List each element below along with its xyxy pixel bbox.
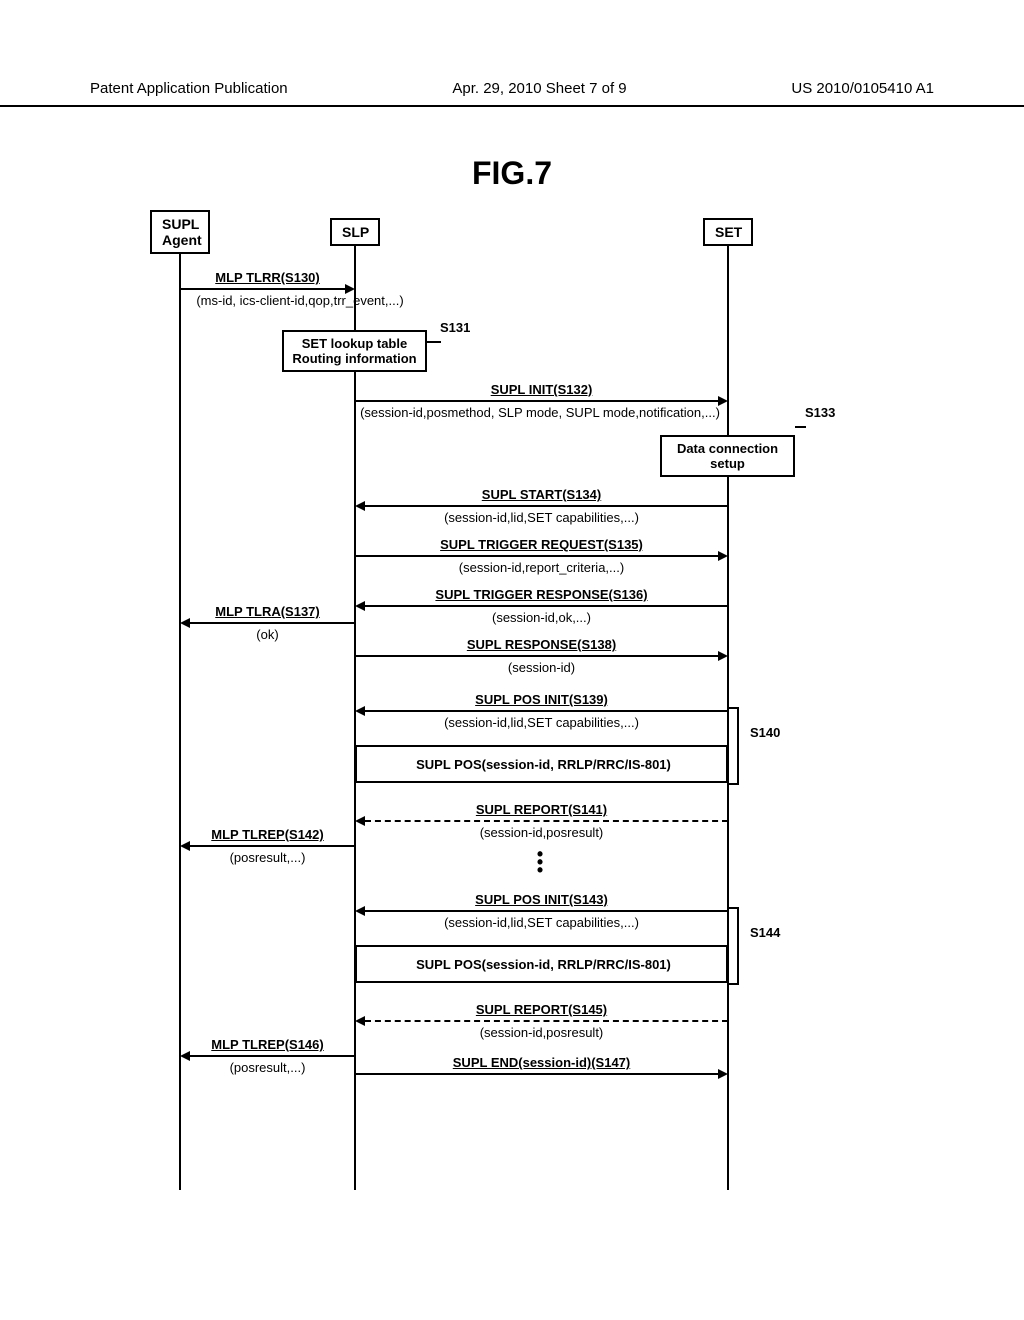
ellipsis-icon: ••• <box>530 850 550 874</box>
step-s133: S133 <box>805 405 835 420</box>
header-center: Apr. 29, 2010 Sheet 7 of 9 <box>452 80 626 97</box>
note-lookup-table: SET lookup table Routing information <box>282 330 427 372</box>
step-s144: S144 <box>750 925 780 940</box>
step-s140: S140 <box>750 725 780 740</box>
header-left: Patent Application Publication <box>90 80 288 97</box>
header-right: US 2010/0105410 A1 <box>791 80 934 97</box>
page-header: Patent Application Publication Apr. 29, … <box>0 80 1024 107</box>
actor-slp: SLP <box>330 218 380 246</box>
msg-supl-pos-2: SUPL POS(session-id, RRLP/RRC/IS-801) <box>355 945 728 983</box>
step-s131: S131 <box>440 320 470 335</box>
note-data-connection: Data connection setup <box>660 435 795 477</box>
actor-supl-agent: SUPL Agent <box>150 210 210 254</box>
actor-set: SET <box>703 218 753 246</box>
sequence-diagram: SUPL Agent SLP SET MLP TLRR(S130) (ms-id… <box>140 210 900 1210</box>
msg-supl-pos-1: SUPL POS(session-id, RRLP/RRC/IS-801) <box>355 745 728 783</box>
figure-title: FIG.7 <box>0 155 1024 192</box>
